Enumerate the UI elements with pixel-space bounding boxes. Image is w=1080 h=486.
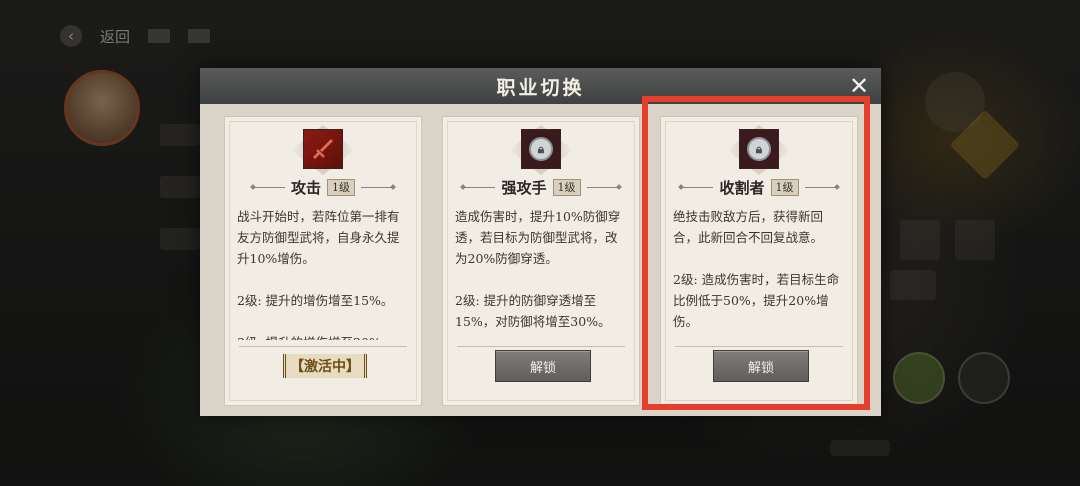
close-icon[interactable]: ✕: [847, 74, 871, 98]
card-name-row: 收割者 1级: [661, 177, 857, 197]
card-description: 造成伤害时，提升10%防御穿透，若目标为防御型武将，改为20%防御穿透。 2级:…: [455, 209, 621, 329]
level-badge: 1级: [327, 178, 355, 196]
lock-icon: 🔒︎: [529, 137, 553, 161]
dialog-titlebar: 职业切换 ✕: [200, 68, 881, 104]
card-name-row: 强攻手 1级: [443, 177, 639, 197]
sword-icon: [303, 129, 343, 169]
card-name-row: 攻击 1级: [225, 177, 421, 197]
active-status-badge: 【激活中】: [283, 354, 367, 378]
unlock-button[interactable]: 解锁: [713, 350, 809, 382]
class-emblem: [291, 125, 355, 175]
lock-icon: 🔒︎: [747, 137, 771, 161]
class-card-striker[interactable]: 🔒︎ 强攻手 1级 造成伤害时，提升10%防御穿透，若目标为防御型武将，改为20…: [442, 116, 640, 406]
card-description: 绝技击败敌方后，获得新回合，此新回合不回复战意。 2级: 造成伤害时，若目标生命…: [673, 209, 840, 329]
card-name: 攻击: [290, 178, 321, 197]
class-emblem: 🔒︎: [727, 125, 791, 175]
card-name: 强攻手: [501, 178, 547, 197]
level-badge: 1级: [552, 178, 581, 196]
class-emblem: 🔒︎: [509, 125, 573, 175]
level-badge: 1级: [770, 178, 799, 196]
card-name: 收割者: [719, 178, 765, 197]
card-description: 战斗开始时，若阵位第一排有友方防御型武将，自身永久提升10%增伤。 2级: 提升…: [237, 209, 400, 340]
unlock-button[interactable]: 解锁: [495, 350, 591, 382]
class-card-reaper[interactable]: 🔒︎ 收割者 1级 绝技击败敌方后，获得新回合，此新回合不回复战意。 2级: 造…: [660, 116, 858, 406]
class-card-attack[interactable]: 攻击 1级 战斗开始时，若阵位第一排有友方防御型武将，自身永久提升10%增伤。 …: [224, 116, 422, 406]
dialog-title: 职业切换: [496, 76, 585, 99]
class-switch-dialog: 职业切换 ✕ 攻击 1级 战斗开始时，若阵位第一排有友方防御型武将，自身永久提升…: [200, 68, 881, 416]
